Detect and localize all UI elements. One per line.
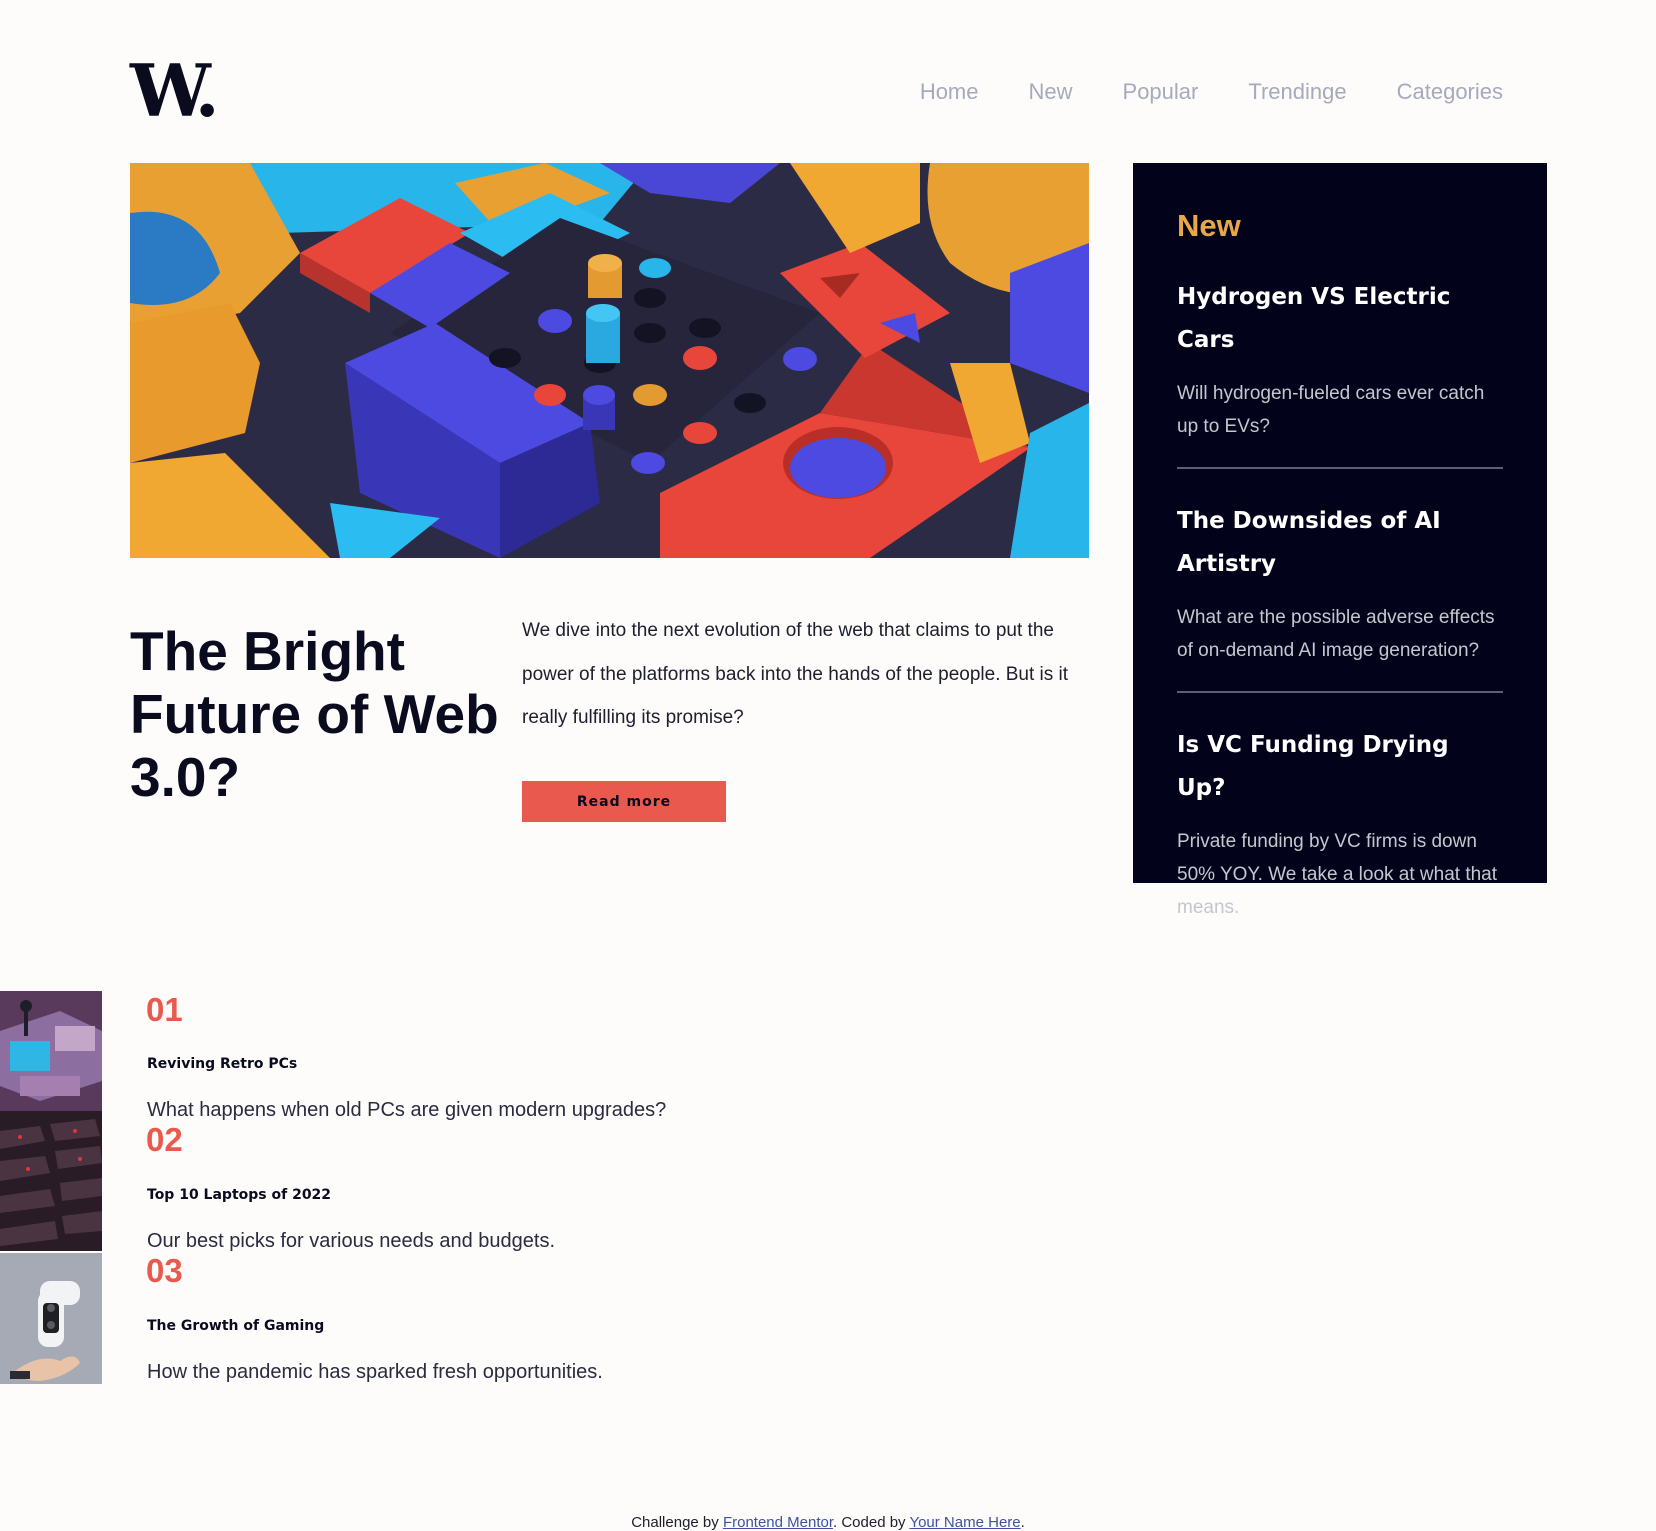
list-item-description: How the pandemic has sparked fresh oppor… bbox=[147, 1361, 603, 1383]
sidebar-article-title[interactable]: The Downsides of AI Artistry bbox=[1177, 469, 1503, 586]
nav-trending[interactable]: Trendinge bbox=[1248, 79, 1346, 105]
retro-pcs-thumbnail[interactable] bbox=[0, 991, 102, 1251]
sidebar-article[interactable]: The Downsides of AI Artistry What are th… bbox=[1177, 469, 1503, 693]
attribution-footer: Challenge by Frontend Mentor. Coded by Y… bbox=[0, 1514, 1656, 1531]
hero-description: We dive into the next evolution of the w… bbox=[522, 620, 1069, 728]
sidebar-article[interactable]: Hydrogen VS Electric Cars Will hydrogen-… bbox=[1177, 245, 1503, 469]
footer-suffix: . bbox=[1020, 1514, 1025, 1531]
nav-categories[interactable]: Categories bbox=[1397, 79, 1503, 105]
list-number: 03 bbox=[146, 1252, 183, 1289]
sidebar-article-title[interactable]: Is VC Funding Drying Up? bbox=[1177, 693, 1503, 810]
list-item-title[interactable]: Top 10 Laptops of 2022 bbox=[147, 1187, 331, 1203]
frontend-mentor-link[interactable]: Frontend Mentor bbox=[723, 1514, 833, 1531]
list-item-title[interactable]: Reviving Retro PCs bbox=[147, 1056, 297, 1072]
gaming-thumbnail[interactable] bbox=[0, 1253, 102, 1384]
sidebar-article-description: What are the possible adverse effects of… bbox=[1177, 607, 1495, 661]
sidebar-heading: New bbox=[1177, 208, 1241, 243]
list-number: 02 bbox=[146, 1121, 183, 1158]
sidebar-article[interactable]: Is VC Funding Drying Up? Private funding… bbox=[1177, 693, 1503, 948]
list-item-title[interactable]: The Growth of Gaming bbox=[147, 1318, 324, 1334]
read-more-button[interactable]: Read more bbox=[522, 781, 726, 822]
site-logo[interactable]: W. bbox=[130, 55, 220, 127]
new-sidebar: New Hydrogen VS Electric Cars Will hydro… bbox=[1133, 163, 1547, 918]
hero-image bbox=[130, 163, 1089, 558]
nav-popular[interactable]: Popular bbox=[1123, 79, 1199, 105]
main-nav: Home New Popular Trendinge Categories bbox=[920, 79, 1503, 105]
footer-prefix: Challenge by bbox=[631, 1514, 723, 1531]
sidebar-article-description: Private funding by VC firms is down 50% … bbox=[1177, 831, 1498, 918]
footer-middle: . Coded by bbox=[833, 1514, 910, 1531]
sidebar-article-title[interactable]: Hydrogen VS Electric Cars bbox=[1177, 245, 1503, 362]
list-number: 01 bbox=[146, 991, 183, 1028]
list-item-description: Our best picks for various needs and bud… bbox=[147, 1230, 556, 1252]
hero-title: The Bright Future of Web 3.0? bbox=[130, 620, 499, 808]
nav-new[interactable]: New bbox=[1029, 79, 1073, 105]
sidebar-article-description: Will hydrogen-fueled cars ever catch up … bbox=[1177, 383, 1485, 437]
nav-home[interactable]: Home bbox=[920, 79, 979, 105]
author-link[interactable]: Your Name Here bbox=[909, 1514, 1020, 1531]
list-item-description: What happens when old PCs are given mode… bbox=[147, 1099, 667, 1121]
